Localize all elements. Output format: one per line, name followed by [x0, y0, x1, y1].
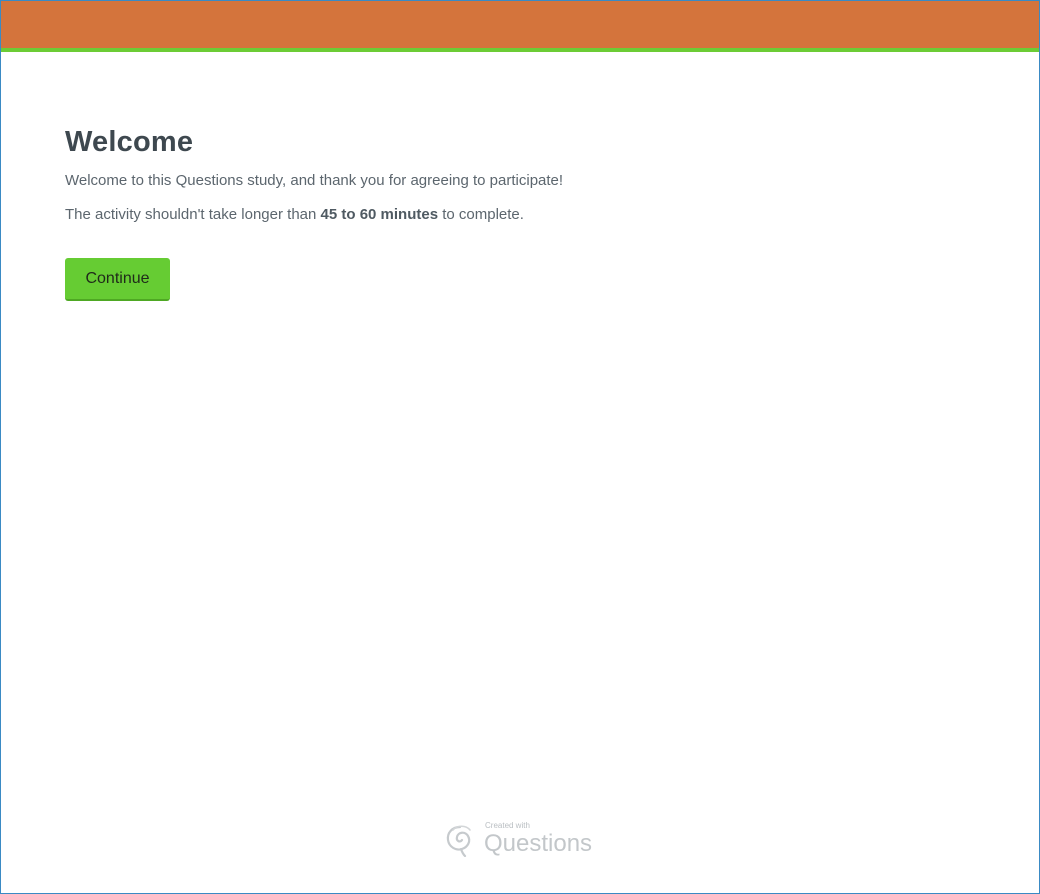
welcome-panel: Welcome Welcome to this Questions study,… — [65, 123, 965, 301]
duration-suffix: to complete. — [438, 206, 524, 223]
duration-prefix: The activity shouldn't take longer than — [65, 206, 321, 223]
questions-swirl-logo-icon — [446, 825, 471, 857]
footer-brand: Created with Questions — [444, 819, 604, 859]
duration-value: 45 to 60 minutes — [320, 206, 439, 223]
app-window: Welcome Welcome to this Questions study,… — [0, 0, 1040, 894]
intro-text: Welcome to this Questions study, and tha… — [65, 172, 564, 189]
page-title: Welcome — [65, 126, 194, 158]
brand-name: Questions — [484, 830, 593, 857]
continue-button[interactable]: Continue — [65, 258, 170, 301]
duration-text: The activity shouldn't take longer than … — [65, 205, 965, 225]
header-bar — [1, 1, 1039, 52]
